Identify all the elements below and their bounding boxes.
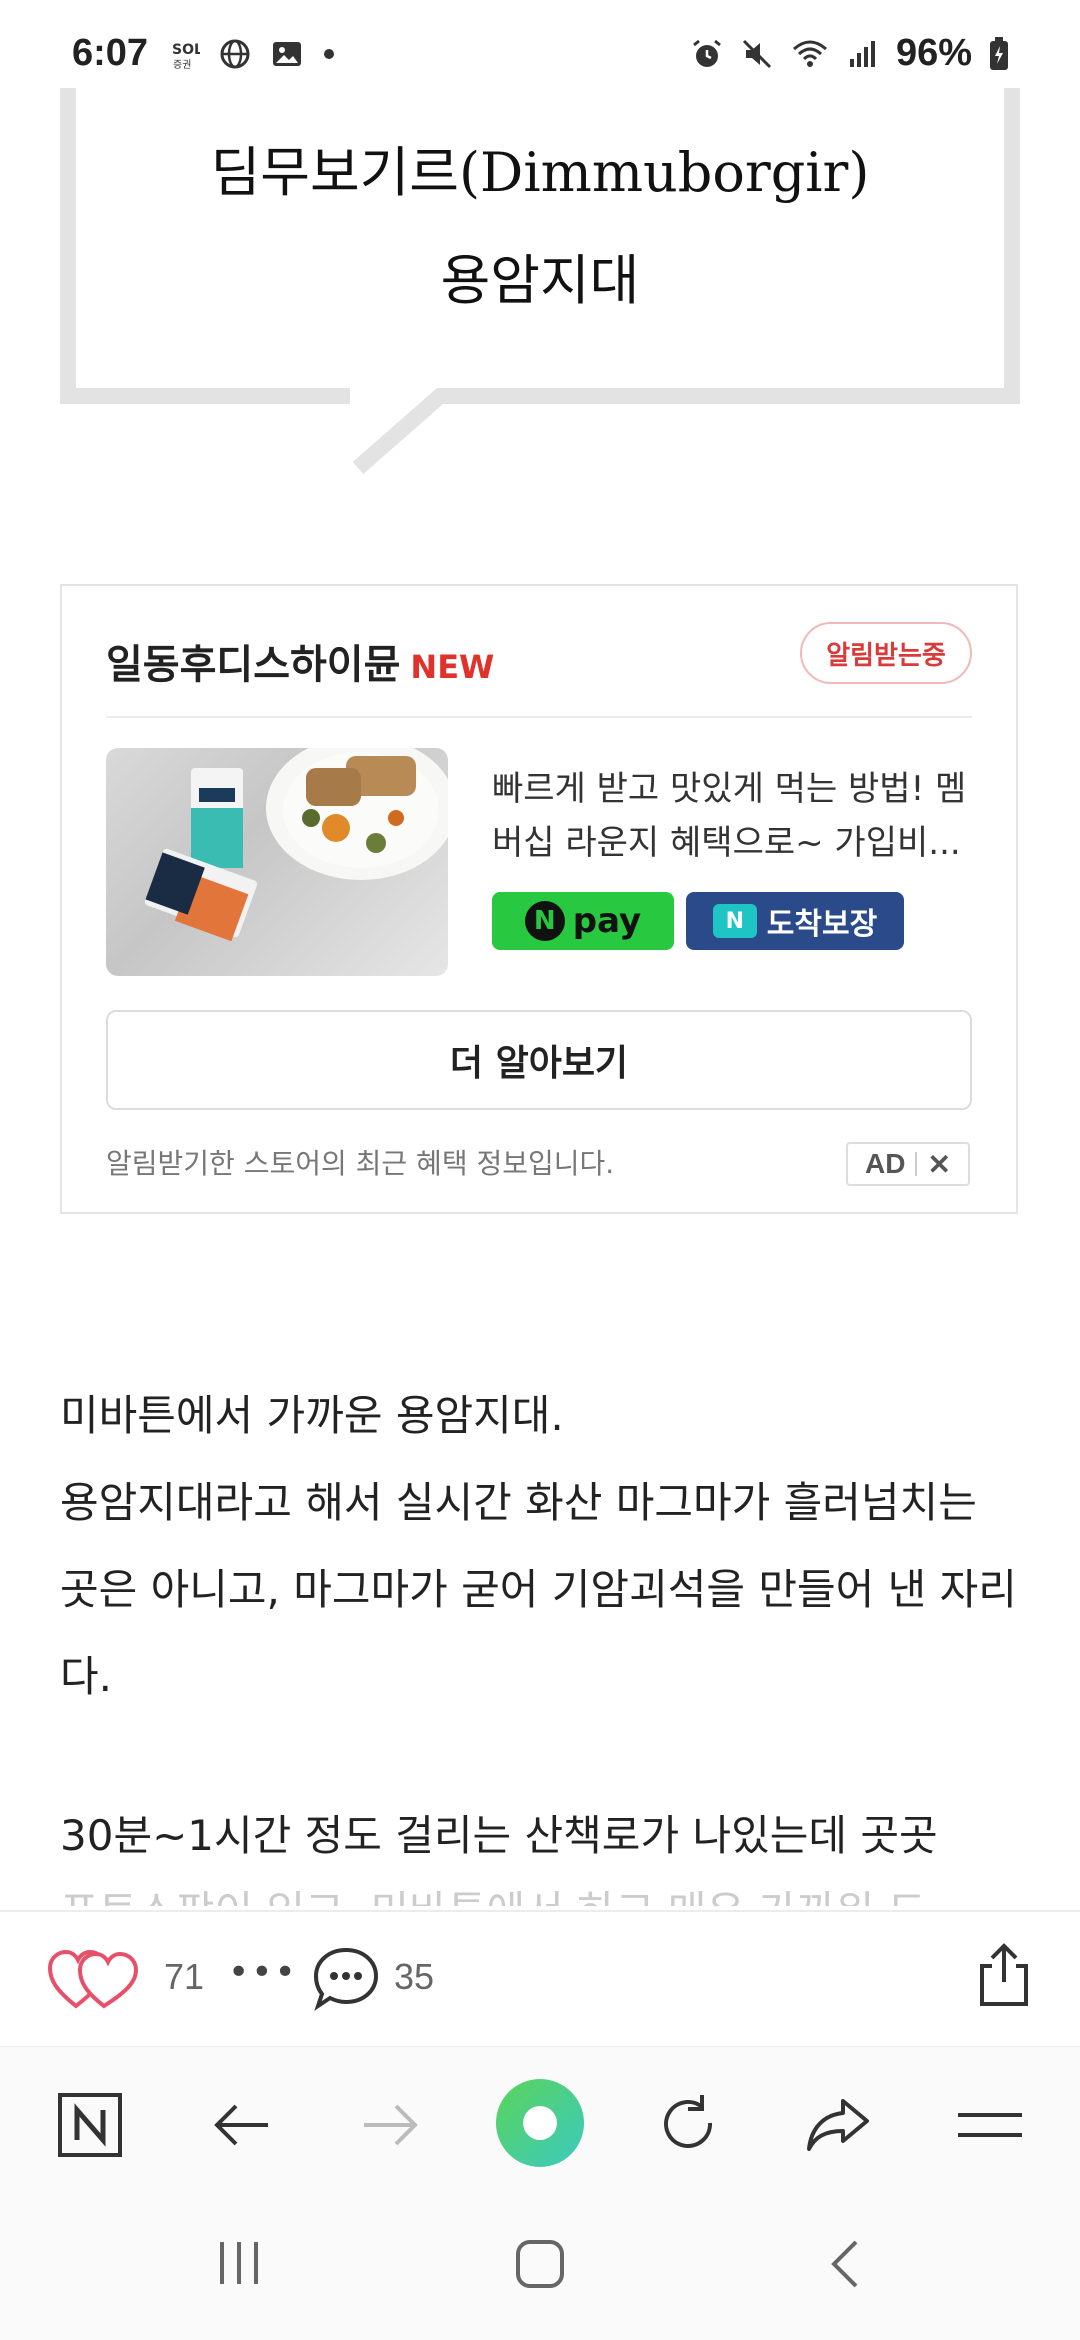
recent-apps-icon[interactable] — [214, 2238, 264, 2288]
like-count: 71 — [164, 1956, 205, 1997]
arrival-label: 도착보장 — [766, 907, 878, 942]
ad-divider — [106, 716, 972, 718]
forward-button[interactable] — [352, 2087, 428, 2163]
svg-text:증권: 증권 — [173, 59, 191, 71]
arrival-guarantee-badge: N 도착보장 — [686, 892, 904, 950]
naver-n-icon — [58, 2093, 122, 2157]
android-nav-bar — [0, 2196, 1080, 2340]
battery-percent: 96% — [895, 32, 972, 74]
ad-close-button[interactable]: AD ✕ — [846, 1142, 970, 1186]
npay-badge: N pay — [492, 892, 674, 950]
comment-count: 35 — [394, 1956, 435, 1997]
ad-card[interactable]: 일동후디스하이뮨 NEW 알림받는중 빠르게 받고 맛있게 먹는 방법! 멤버십 … — [60, 584, 1018, 1214]
globe-icon — [220, 39, 250, 69]
share-arrow-icon — [807, 2099, 869, 2151]
back-button[interactable] — [204, 2087, 280, 2163]
share-icon[interactable] — [974, 1942, 1034, 2010]
wifi-icon — [792, 40, 827, 67]
green-home-button[interactable] — [496, 2079, 584, 2167]
status-left-icons: SOL 증권 — [170, 36, 336, 72]
ad-description[interactable]: 빠르게 받고 맛있게 먹는 방법! 멤버십 라운지 혜택으로~ 가입비... — [492, 762, 982, 870]
product-photo-illustration — [144, 748, 448, 942]
signal-icon — [849, 40, 875, 67]
home-square-icon[interactable] — [514, 2238, 566, 2290]
status-right: 96% — [690, 32, 1010, 75]
reaction-bar: 71 ••• 35 — [0, 1910, 1080, 2046]
browser-nav-bar — [0, 2046, 1080, 2197]
naver-home-button[interactable] — [52, 2087, 128, 2163]
mute-icon — [742, 39, 771, 68]
refresh-button[interactable] — [650, 2087, 726, 2163]
ad-badges: N pay N 도착보장 — [492, 892, 904, 950]
svg-text:SOL: SOL — [172, 42, 200, 58]
system-back-icon[interactable] — [826, 2238, 862, 2290]
article-paragraph2-cutoff: 포토스팟이 있고, 미바튼에서 하고 매우 가까워 드 — [60, 1878, 1020, 1906]
ad-label: AD — [865, 1148, 906, 1179]
ad-store-name[interactable]: 일동후디스하이뮨 NEW — [106, 632, 494, 690]
hamburger-menu-icon — [958, 2113, 1022, 2137]
learn-more-button[interactable]: 더 알아보기 — [106, 1010, 972, 1110]
quote-title-line2: 용암지대 — [440, 249, 640, 312]
npay-n-icon: N — [524, 901, 565, 941]
delivery-truck-icon: N — [712, 904, 757, 938]
quote-title-line1: 딤무보기르(Dimmuborgir) — [210, 141, 870, 204]
share-page-button[interactable] — [800, 2087, 876, 2163]
ad-footnote: 알림받기한 스토어의 최근 혜택 정보입니다. — [106, 1147, 615, 1180]
article-line1: 미바튼에서 가까운 용암지대. — [60, 1391, 564, 1440]
new-badge: NEW — [410, 648, 495, 686]
quote-box: 딤무보기르(Dimmuborgir) 용암지대 — [60, 88, 1020, 475]
article-paragraph2: 30분~1시간 정도 걸리는 산책로가 나있는데 곳곳 — [60, 1811, 938, 1860]
like-heart-icon[interactable] — [46, 1948, 146, 2012]
back-arrow-icon — [214, 2104, 268, 2146]
refresh-icon — [664, 2095, 713, 2148]
ad-product-image[interactable] — [106, 748, 448, 976]
article-body: 미바튼에서 가까운 용암지대. 용암지대라고 해서 실시간 화산 마그마가 흘러… — [60, 1372, 1020, 1720]
battery-icon — [990, 36, 1008, 70]
ad-store-label: 일동후디스하이뮨 — [106, 642, 401, 688]
subscribe-status-pill[interactable]: 알림받는중 — [800, 622, 972, 684]
status-time: 6:07 — [72, 32, 149, 74]
dot-icon — [324, 49, 334, 59]
more-options-icon[interactable]: ••• — [228, 1952, 298, 1993]
alarm-icon — [693, 39, 721, 67]
menu-button[interactable] — [952, 2087, 1028, 2163]
close-icon[interactable]: ✕ — [927, 1148, 950, 1181]
image-icon — [273, 42, 301, 66]
ad-label-separator — [915, 1152, 918, 1176]
comment-icon[interactable] — [312, 1946, 382, 2012]
sol-icon: SOL증권 — [172, 42, 200, 71]
forward-arrow-icon — [364, 2104, 418, 2146]
home-dot-icon — [523, 2106, 557, 2140]
npay-label: pay — [572, 901, 642, 941]
article-line2: 용암지대라고 해서 실시간 화산 마그마가 흘러넘치는 곳은 아니고, 마그마가… — [60, 1478, 1017, 1701]
